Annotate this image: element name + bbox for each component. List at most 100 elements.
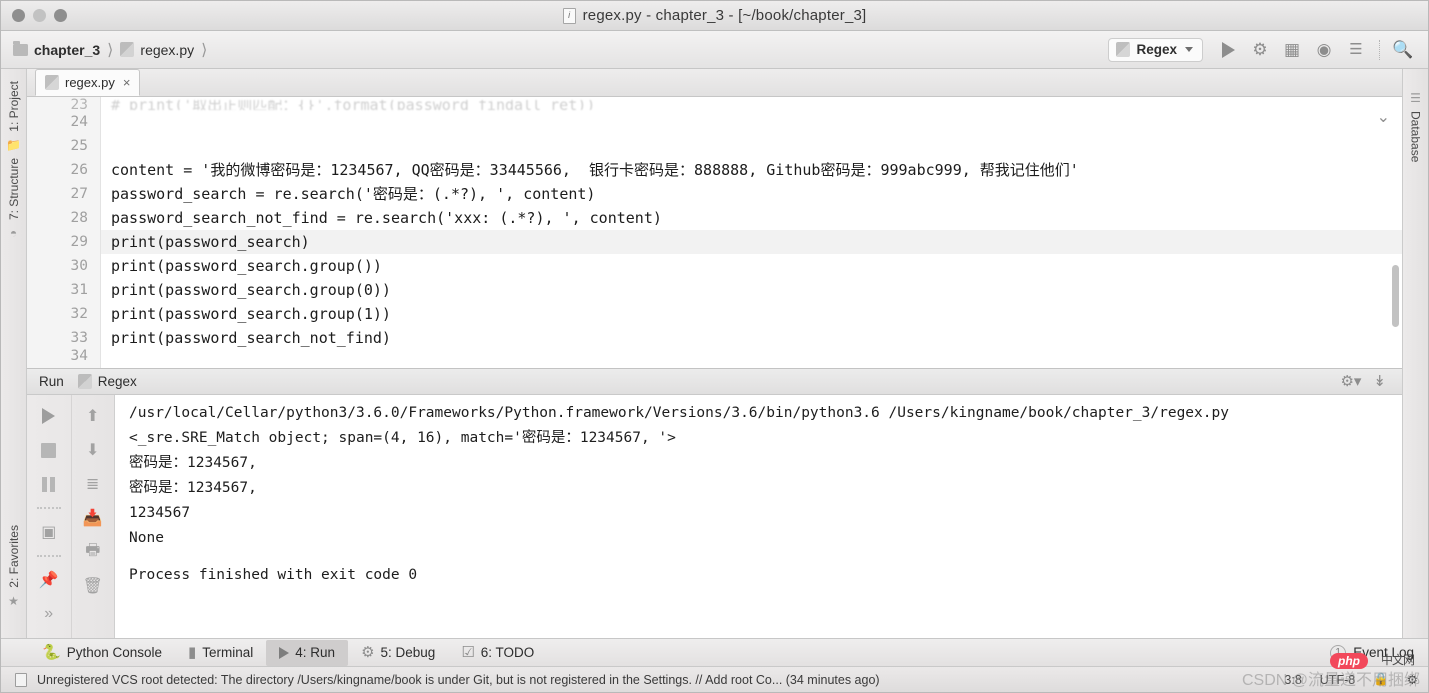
console-line: 密码是：1234567, [129, 480, 257, 496]
python-icon [77, 374, 92, 389]
search-everywhere-button[interactable]: 🔍 [1388, 36, 1418, 64]
star-icon: ★ [8, 594, 19, 608]
sidebar-item-structure[interactable]: 7: Structure [7, 152, 21, 226]
title-bar: i regex.py - chapter_3 - [~/book/chapter… [1, 1, 1428, 31]
play-icon [1221, 41, 1235, 58]
editor-scrollbar[interactable] [1392, 265, 1399, 327]
event-log-label[interactable]: Event Log [1353, 640, 1414, 666]
line-number: 23 [70, 97, 88, 113]
next-occurrence-button[interactable]: ⬇ [80, 437, 106, 463]
maximize-window-button[interactable] [54, 9, 67, 22]
gear-icon[interactable]: ⚙▾ [1340, 374, 1361, 389]
bottom-tab-terminal[interactable]: ▮ Terminal [175, 640, 266, 666]
bottom-tab-label: 6: TODO [480, 645, 535, 660]
console-line: 密码是：1234567, [129, 455, 257, 471]
more-actions-button[interactable]: » [36, 601, 62, 627]
code-line: password_search = re.search('密码是：(.*?), … [111, 185, 596, 203]
project-icon: 📁 [6, 137, 21, 152]
run-list-icon: ☰ [1349, 41, 1363, 58]
left-tool-rail: 1: Project 📁 7: Structure ◓ 2: Favorites… [1, 69, 27, 638]
debug-button[interactable]: ⚙ [1245, 36, 1275, 64]
event-log-badge: 1 [1330, 644, 1347, 661]
bottom-tab-todo[interactable]: ☑ 6: TODO [448, 640, 547, 666]
settings-gear-icon[interactable]: ⚙ [1407, 672, 1418, 687]
folder-icon [13, 40, 28, 56]
python-file-icon: i [562, 7, 576, 24]
divider [36, 507, 61, 509]
console-output[interactable]: /usr/local/Cellar/python3/3.6.0/Framewor… [115, 395, 1402, 638]
line-number: 34 [70, 348, 88, 364]
todo-icon: ☑ [461, 644, 475, 661]
stop-button[interactable] [36, 437, 62, 463]
close-icon[interactable]: × [123, 75, 131, 90]
line-number: 26 [70, 162, 88, 178]
run-button[interactable] [1213, 36, 1243, 64]
toolbar-separator [1379, 39, 1380, 60]
pause-button[interactable] [36, 471, 62, 497]
clear-all-button[interactable]: 🗑 [80, 573, 106, 599]
breadcrumb-item-regexpy[interactable]: regex.py [120, 42, 194, 58]
bottom-tab-debug[interactable]: ⚙ 5: Debug [348, 640, 448, 666]
sidebar-item-database[interactable]: Database [1409, 105, 1423, 168]
print-button[interactable]: 🖶 [80, 539, 106, 565]
collapse-chevron-icon[interactable]: ⌄ [1377, 107, 1390, 127]
run-tool-column-secondary: ⬆ ⬇ ≣ 📥 🖶 🗑 [70, 395, 115, 638]
run-configuration-label: Regex [1136, 42, 1177, 57]
run-config-tab[interactable]: Regex [77, 374, 137, 389]
status-message[interactable]: Unregistered VCS root detected: The dire… [37, 673, 880, 687]
python-file-icon [120, 42, 135, 57]
soft-wrap-button[interactable]: ≣ [80, 471, 106, 497]
line-number: 27 [70, 186, 88, 202]
python-icon [1116, 42, 1131, 57]
editor-tab-regexpy[interactable]: regex.py × [35, 69, 141, 96]
run-tool-title: Run [39, 374, 64, 389]
window-controls[interactable] [1, 9, 67, 22]
pin-button[interactable]: 📌 [36, 567, 62, 593]
trash-icon: 🗑 [82, 578, 103, 595]
code-editor[interactable]: 23 24 25 26 27 28 29 30 31 32 33 34 # pr… [27, 97, 1402, 369]
status-bar: Unregistered VCS root detected: The dire… [1, 653, 1428, 692]
run-config-tab-label: Regex [97, 374, 137, 389]
python-file-icon [45, 75, 59, 90]
code-line: print(password_search_not_find) [111, 329, 391, 347]
code-line: # print('取出正则匹配：{}'.format(password_find… [111, 100, 596, 110]
event-log-area[interactable]: 1 Event Log [1330, 640, 1428, 666]
line-number: 30 [70, 258, 88, 274]
file-encoding[interactable]: UTF-8 [1320, 673, 1355, 687]
bottom-tab-label: Python Console [66, 645, 162, 660]
export-button[interactable]: 📥 [80, 505, 106, 531]
caret-position[interactable]: 3:8 [1284, 673, 1301, 687]
code-text-area[interactable]: # print('取出正则匹配：{}'.format(password_find… [101, 97, 1402, 368]
bottom-tab-python-console[interactable]: 🐍 Python Console [29, 640, 175, 666]
breadcrumb-item-chapter3[interactable]: chapter_3 [13, 40, 100, 58]
play-icon [42, 408, 56, 424]
prev-occurrence-button[interactable]: ⬆ [80, 403, 106, 429]
scroll-end-icon[interactable]: ↡ [1373, 374, 1386, 389]
coverage-button[interactable]: ▦ [1277, 36, 1307, 64]
run-with-console-button[interactable]: ☰ [1341, 36, 1371, 64]
lock-icon[interactable]: 🔒 [1373, 672, 1389, 687]
bottom-tab-run[interactable]: 4: Run [266, 639, 349, 666]
play-icon [279, 646, 290, 659]
export-icon: 📥 [82, 510, 103, 527]
right-tool-rail: ☰ Database [1402, 69, 1428, 638]
run-configuration-selector[interactable]: Regex [1108, 37, 1203, 62]
minimize-window-button[interactable] [33, 9, 46, 22]
sidebar-item-label: 1: Project [6, 81, 21, 132]
close-window-button[interactable] [12, 9, 25, 22]
workspace: 1: Project 📁 7: Structure ◓ 2: Favorites… [1, 69, 1428, 638]
pin-icon: 📌 [38, 572, 59, 589]
sidebar-item-project[interactable]: 1: Project [7, 75, 21, 138]
bottom-tab-label: Terminal [202, 645, 254, 660]
sidebar-item-favorites[interactable]: 2: Favorites [7, 519, 21, 594]
rerun-button[interactable] [36, 403, 62, 429]
bottom-tab-label: 4: Run [295, 645, 336, 660]
code-line: print(password_search.group(1)) [111, 305, 391, 323]
console-line: 1234567 [129, 505, 191, 521]
navigation-bar: chapter_3 ⟩ regex.py ⟩ Regex ⚙ ▦ ◉ ☰ 🔍 [1, 31, 1428, 69]
profile-button[interactable]: ◉ [1309, 36, 1339, 64]
line-number: 29 [70, 234, 88, 250]
run-tool-body: ▣ 📌 » ⬆ ⬇ ≣ 📥 🖶 🗑 /usr/local/Cellar/pyth… [27, 395, 1402, 638]
stop-icon [41, 442, 57, 458]
layout-button[interactable]: ▣ [36, 519, 62, 545]
